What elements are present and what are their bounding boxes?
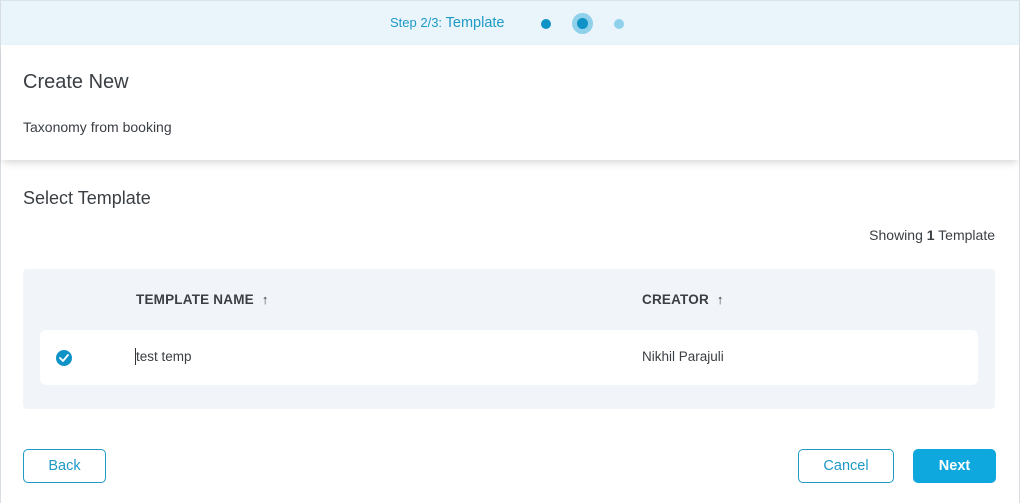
page-subtitle: Taxonomy from booking <box>23 119 172 135</box>
row-checkbox[interactable] <box>56 350 72 366</box>
back-button[interactable]: Back <box>23 449 106 483</box>
template-name-cell: test temp <box>136 349 192 364</box>
section-title: Select Template <box>23 188 151 208</box>
creator-cell: Nikhil Parajuli <box>642 349 724 364</box>
arrow-up-icon[interactable]: ↑ <box>717 292 724 307</box>
step-prefix: Step 2/3: <box>390 15 446 30</box>
column-header-label: CREATOR <box>642 292 709 307</box>
wizard-page: Step 2/3: Template Create New Taxonomy f… <box>0 0 1020 503</box>
title-card: Create New Taxonomy from booking <box>1 45 1019 160</box>
step-indicator: Step 2/3: Template <box>390 15 505 31</box>
next-button[interactable]: Next <box>913 449 996 483</box>
step-dot-current <box>577 18 588 29</box>
table-row[interactable]: test temp Nikhil Parajuli <box>40 330 978 385</box>
page-title: Create New <box>23 71 129 93</box>
stepper-bar: Step 2/3: Template <box>1 0 1019 45</box>
cancel-button[interactable]: Cancel <box>798 449 894 483</box>
column-header-creator[interactable]: CREATOR ↑ <box>642 292 724 307</box>
result-count: Showing 1 Template <box>869 227 995 243</box>
column-header-label: TEMPLATE NAME <box>136 292 254 307</box>
result-count-suffix: Template <box>934 227 995 243</box>
result-count-number: 1 <box>926 227 935 243</box>
result-count-prefix: Showing <box>869 227 927 243</box>
column-header-template-name[interactable]: TEMPLATE NAME ↑ <box>136 292 269 307</box>
check-icon <box>59 354 69 362</box>
template-table: TEMPLATE NAME ↑ CREATOR ↑ test temp Nikhil… <box>23 269 995 409</box>
step-dot-completed <box>541 19 551 29</box>
step-dot-pending <box>614 19 624 29</box>
arrow-up-icon[interactable]: ↑ <box>262 292 269 307</box>
step-name: Template <box>445 15 505 31</box>
